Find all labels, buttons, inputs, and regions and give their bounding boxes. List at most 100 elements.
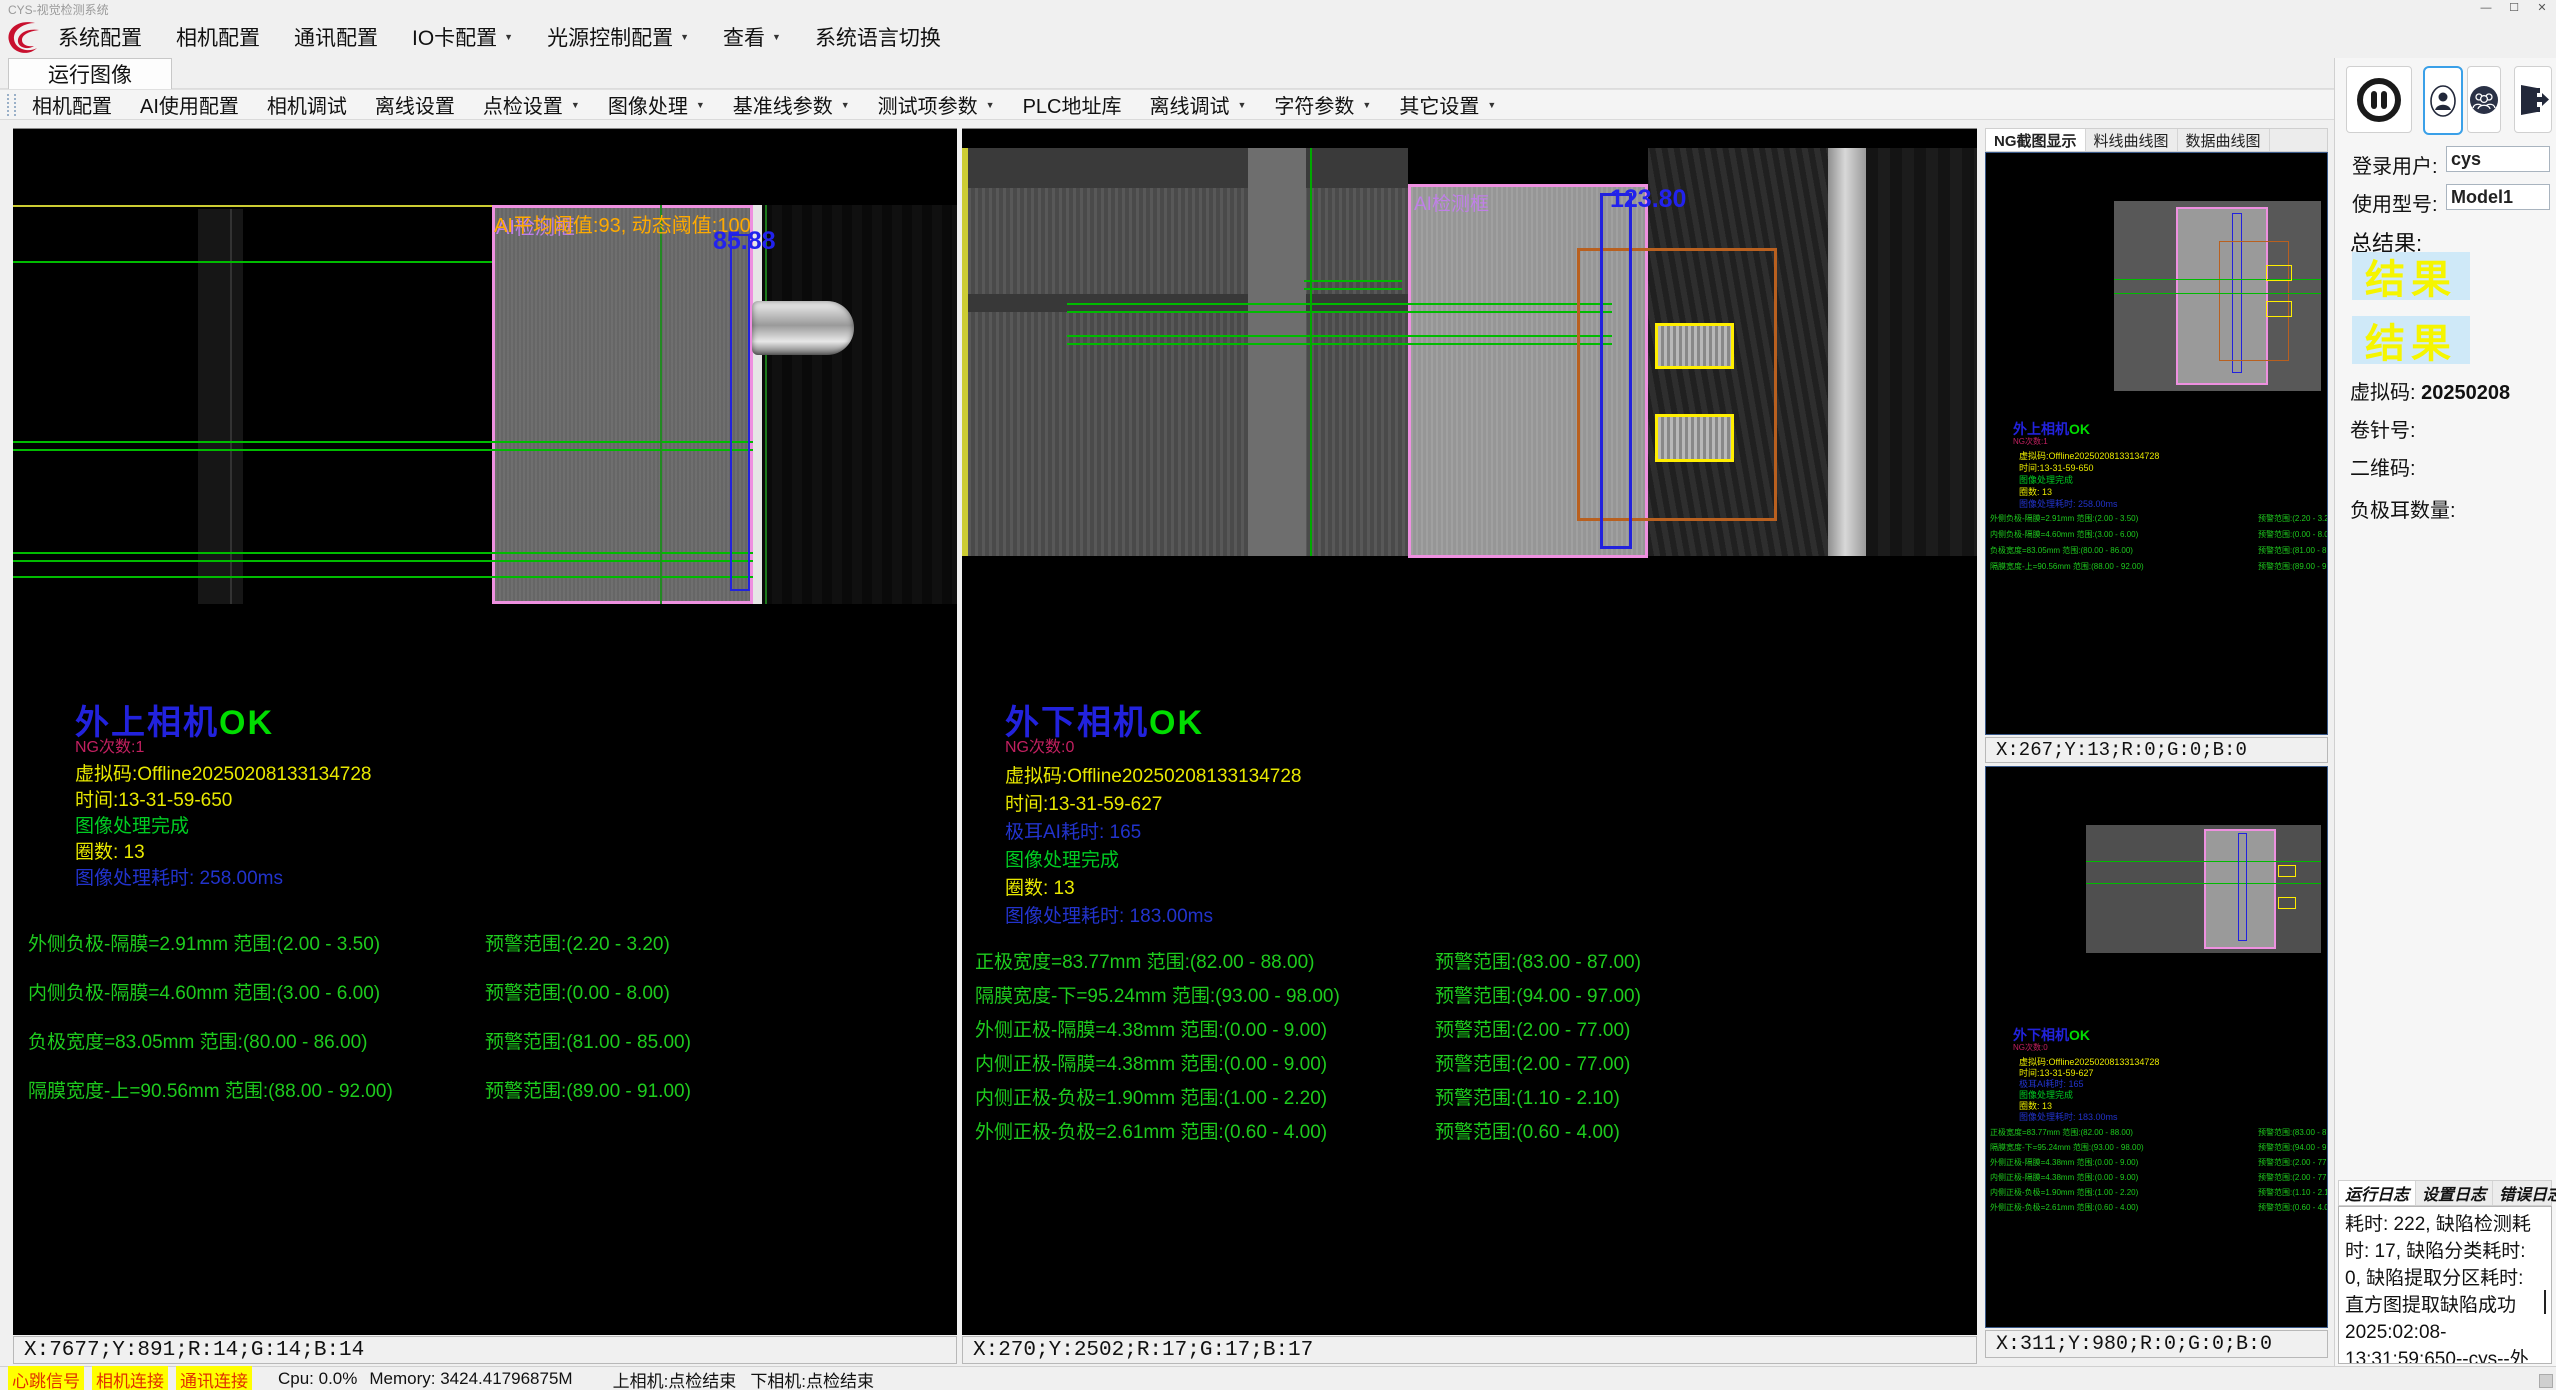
measurement-row: 隔膜宽度-上=90.56mm 范围:(88.00 - 92.00) 预警范围:(…: [28, 1076, 957, 1125]
green-guide-line: [13, 560, 753, 562]
login-user-input[interactable]: [2446, 146, 2550, 172]
left-camera-coord-bar: X:7677;Y:891;R:14;G:14;B:14: [13, 1336, 957, 1364]
login-user-label: 登录用户:: [2352, 150, 2438, 179]
negative-tab-count-label: 负极耳数量:: [2350, 494, 2456, 523]
measurement-row: 外侧正极-负极=2.61mm 范围:(0.60 - 4.00) 预警范围:(0.…: [1990, 1202, 2326, 1217]
mini-yellow-box: [2278, 865, 2296, 877]
toolbar-item[interactable]: 相机配置: [32, 90, 112, 119]
model-label: 使用型号:: [2352, 188, 2438, 217]
toolbar-item[interactable]: 离线调试 ▼: [1150, 90, 1247, 119]
texture: [1866, 148, 1977, 556]
view-tabstrip: 运行图像: [0, 58, 2556, 89]
yellow-tab-box: [1655, 414, 1734, 462]
toolbar-item[interactable]: 图像处理 ▼: [608, 90, 705, 119]
memory-usage: Memory: 3424.41796875M: [369, 1369, 572, 1389]
info-line: 时间:13-31-59-627: [2019, 1066, 2159, 1077]
dropdown-caret-icon: ▼: [680, 32, 689, 42]
toolbar-item[interactable]: 测试项参数 ▼: [878, 90, 995, 119]
info-line: 图像处理完成: [1005, 845, 1302, 873]
measurement-row: 内侧正极-负极=1.90mm 范围:(1.00 - 2.20) 预警范围:(1.…: [975, 1083, 1955, 1117]
menu-item[interactable]: 系统语言切换: [815, 22, 941, 52]
green-guide-line: [13, 449, 753, 451]
tab-error-log[interactable]: 错误日志: [2493, 1181, 2556, 1205]
menu-item[interactable]: 查看 ▼: [723, 22, 781, 52]
blue-measure-value: 123.80: [1610, 185, 1686, 214]
result-badge: 结果: [2352, 252, 2470, 300]
ng-preview-top[interactable]: 外上相机OK NG次数:1 虚拟码:Offline202502081331347…: [1985, 152, 2328, 735]
toolbar-item[interactable]: 基准线参数 ▼: [733, 90, 850, 119]
yellow-tab-box: [1655, 323, 1734, 369]
virtual-code-value: 20250208: [2421, 382, 2510, 404]
info-line: 图像处理完成: [75, 811, 372, 837]
measurement-row: 外侧正极-负极=2.61mm 范围:(0.60 - 4.00) 预警范围:(0.…: [975, 1117, 1955, 1151]
model-input[interactable]: [2446, 184, 2550, 210]
sheet-bright-edge: [753, 205, 762, 604]
status-bar: 心跳信号 相机连接 通讯连接 Cpu: 0.0% Memory: 3424.41…: [0, 1366, 2556, 1390]
toolbar-grip[interactable]: [7, 94, 16, 116]
green-guide-line: [1067, 343, 1612, 345]
run-log-text[interactable]: 耗时: 222, 缺陷检测耗时: 17, 缺陷分类耗时: 0, 缺陷提取分区耗时…: [2338, 1206, 2552, 1364]
machine-roller-area: [968, 148, 1408, 556]
resize-grip[interactable]: [2539, 1374, 2553, 1388]
info-line: 虚拟码:Offline20250208133134728: [1005, 761, 1302, 789]
close-button[interactable]: ✕: [2528, 0, 2556, 16]
menu-bar: 系统配置 相机配置 通讯配置 IO卡配置 ▼ 光源控制配置 ▼ 查看 ▼ 系统语…: [0, 16, 2556, 58]
toolbar-item[interactable]: AI使用配置: [140, 90, 239, 119]
heartbeat-status: 心跳信号: [8, 1366, 84, 1390]
tab-data-curve[interactable]: 数据曲线图: [2178, 129, 2270, 151]
info-line: 虚拟码:Offline20250208133134728: [2019, 1055, 2159, 1066]
measurement-row: 内侧正极-负极=1.90mm 范围:(1.00 - 2.20) 预警范围:(1.…: [1990, 1187, 2326, 1202]
tab-line-curve[interactable]: 料线曲线图: [2086, 129, 2178, 151]
toolbar-item[interactable]: PLC地址库: [1023, 90, 1122, 119]
mini-scene: [2114, 201, 2321, 391]
center-camera-panel[interactable]: AI检测框 123.80 外下相机OK NG次数:0 虚拟码:Offline20…: [962, 128, 1977, 1335]
result-badge: 结果: [2352, 316, 2470, 364]
maximize-button[interactable]: ☐: [2500, 0, 2528, 16]
measurement-row: 内侧正极-隔膜=4.38mm 范围:(0.00 - 9.00) 预警范围:(2.…: [1990, 1172, 2326, 1187]
tab-run-log[interactable]: 运行日志: [2339, 1181, 2416, 1205]
info-line: 极耳AI耗时: 165: [2019, 1077, 2159, 1088]
menu-item[interactable]: 光源控制配置 ▼: [547, 22, 689, 52]
green-guide-line: [1067, 335, 1612, 337]
tab-settings-log[interactable]: 设置日志: [2416, 1181, 2493, 1205]
toolbar-item[interactable]: 字符参数 ▼: [1274, 90, 1371, 119]
logout-button[interactable]: [2514, 66, 2552, 133]
info-line: 虚拟码:Offline20250208133134728: [2019, 449, 2159, 461]
green-guide-line: [1067, 311, 1612, 313]
menu-item[interactable]: 通讯配置: [294, 22, 378, 52]
ng-preview-bottom[interactable]: 外下相机OK NG次数:0 虚拟码:Offline202502081331347…: [1985, 766, 2328, 1328]
preview-top-coord-bar: X:267;Y:13;R:0;G:0;B:0: [1985, 737, 2328, 763]
app-window: CYS-视觉检测系统 — ☐ ✕ 系统配置 相机配置 通讯配置 IO卡配置 ▼: [0, 0, 2556, 1390]
texture: [1248, 148, 1306, 556]
bright-strip: [1828, 148, 1866, 556]
left-camera-panel[interactable]: AI检测框 AI平均阈值:93, 动态阈值:100 85.88 外上相机OK N…: [13, 128, 957, 1335]
minimize-button[interactable]: —: [2472, 0, 2500, 16]
green-guide-line: [13, 261, 492, 263]
result-badges: 结果结果: [2352, 252, 2552, 432]
info-line: 图像处理完成: [2019, 473, 2159, 485]
toolbar-item[interactable]: 点检设置 ▼: [483, 90, 580, 119]
mini-measurement-list: 外侧负极-隔膜=2.91mm 范围:(2.00 - 3.50) 预警范围:(2.…: [1990, 513, 2326, 577]
toolbar-item[interactable]: 相机调试: [267, 90, 347, 119]
mini-yellow-box: [2266, 265, 2292, 281]
tab-ng-display[interactable]: NG截图显示: [1986, 129, 2086, 151]
info-line: 圈数: 13: [1005, 873, 1302, 901]
toolbar-item[interactable]: 离线设置: [375, 90, 455, 119]
pause-button[interactable]: [2346, 66, 2412, 133]
dropdown-caret-icon: ▼: [986, 100, 995, 110]
toolbar-item[interactable]: 其它设置 ▼: [1399, 90, 1496, 119]
tab-run-image[interactable]: 运行图像: [8, 58, 172, 89]
menu-item[interactable]: 系统配置: [58, 22, 142, 52]
mini-measurement-list: 正极宽度=83.77mm 范围:(82.00 - 88.00) 预警范围:(83…: [1990, 1127, 2326, 1217]
user-group-button[interactable]: [2467, 66, 2501, 133]
measurement-row: 外侧负极-隔膜=2.91mm 范围:(2.00 - 3.50) 预警范围:(2.…: [28, 929, 957, 978]
info-line: 圈数: 13: [2019, 485, 2159, 497]
menu-item[interactable]: IO卡配置 ▼: [412, 22, 513, 52]
blue-measure-value: 85.88: [713, 227, 776, 256]
virtual-code-label: 虚拟码: 20250208: [2350, 376, 2510, 405]
green-vertical-line: [765, 205, 767, 604]
camera-connection-status: 相机连接: [92, 1366, 168, 1390]
green-vertical-line: [660, 205, 662, 604]
user-button[interactable]: [2423, 66, 2463, 135]
menu-item[interactable]: 相机配置: [176, 22, 260, 52]
